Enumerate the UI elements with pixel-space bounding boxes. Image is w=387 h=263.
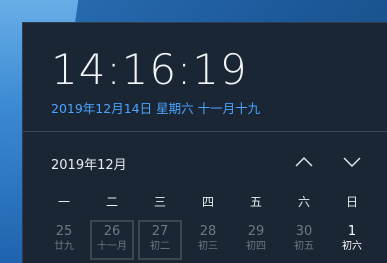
weekday-label: 二 bbox=[105, 195, 118, 209]
weekday-label: 六 bbox=[297, 195, 310, 209]
desktop-background: 14:16:19 2019年12月14日 星期六 十一月十九 2019年12月 … bbox=[0, 0, 387, 263]
calendar-day[interactable]: 28 初三 bbox=[186, 220, 230, 260]
calendar-day[interactable]: 1 初六 bbox=[330, 220, 374, 260]
calendar-day[interactable]: 26 十一月 bbox=[90, 220, 134, 260]
calendar-day[interactable]: 30 初五 bbox=[282, 220, 326, 260]
next-month-button[interactable] bbox=[341, 151, 363, 173]
lunar-date: 廿九 bbox=[54, 241, 74, 252]
day-number: 28 bbox=[199, 224, 217, 239]
calendar-day[interactable]: 27 初二 bbox=[138, 220, 182, 260]
day-number: 30 bbox=[295, 224, 313, 239]
current-date-link[interactable]: 2019年12月14日 星期六 十一月十九 bbox=[51, 98, 260, 117]
calendar-day[interactable]: 25 廿九 bbox=[42, 220, 86, 260]
month-title-button[interactable]: 2019年12月 bbox=[51, 154, 127, 173]
chevron-down-icon bbox=[343, 157, 361, 167]
lunar-date: 十一月 bbox=[97, 241, 127, 252]
calendar-day-row: 25 廿九 26 十一月 27 初二 28 初三 29 初四 30 初五 1 初… bbox=[40, 220, 376, 260]
day-number: 26 bbox=[103, 224, 121, 239]
lunar-date: 初五 bbox=[294, 241, 314, 252]
day-number: 25 bbox=[55, 224, 73, 239]
day-number: 29 bbox=[247, 224, 265, 239]
calendar-day[interactable]: 29 初四 bbox=[234, 220, 278, 260]
weekday-label: 五 bbox=[249, 195, 262, 209]
weekday-label: 四 bbox=[201, 195, 214, 209]
weekday-label: 日 bbox=[345, 195, 358, 209]
day-number: 27 bbox=[151, 224, 169, 239]
weekday-header-row: 一 二 三 四 五 六 日 bbox=[40, 193, 376, 210]
day-number: 1 bbox=[347, 224, 357, 239]
lunar-date: 初四 bbox=[246, 241, 266, 252]
weekday-label: 一 bbox=[57, 195, 70, 209]
weekday-label: 三 bbox=[153, 195, 166, 209]
lunar-date: 初二 bbox=[150, 241, 170, 252]
divider bbox=[23, 131, 387, 132]
clock-calendar-flyout: 14:16:19 2019年12月14日 星期六 十一月十九 2019年12月 … bbox=[22, 22, 387, 263]
lunar-date: 初六 bbox=[342, 241, 362, 252]
current-time: 14:16:19 bbox=[51, 45, 248, 94]
chevron-up-icon bbox=[295, 157, 313, 167]
lunar-date: 初三 bbox=[198, 241, 218, 252]
previous-month-button[interactable] bbox=[293, 151, 315, 173]
